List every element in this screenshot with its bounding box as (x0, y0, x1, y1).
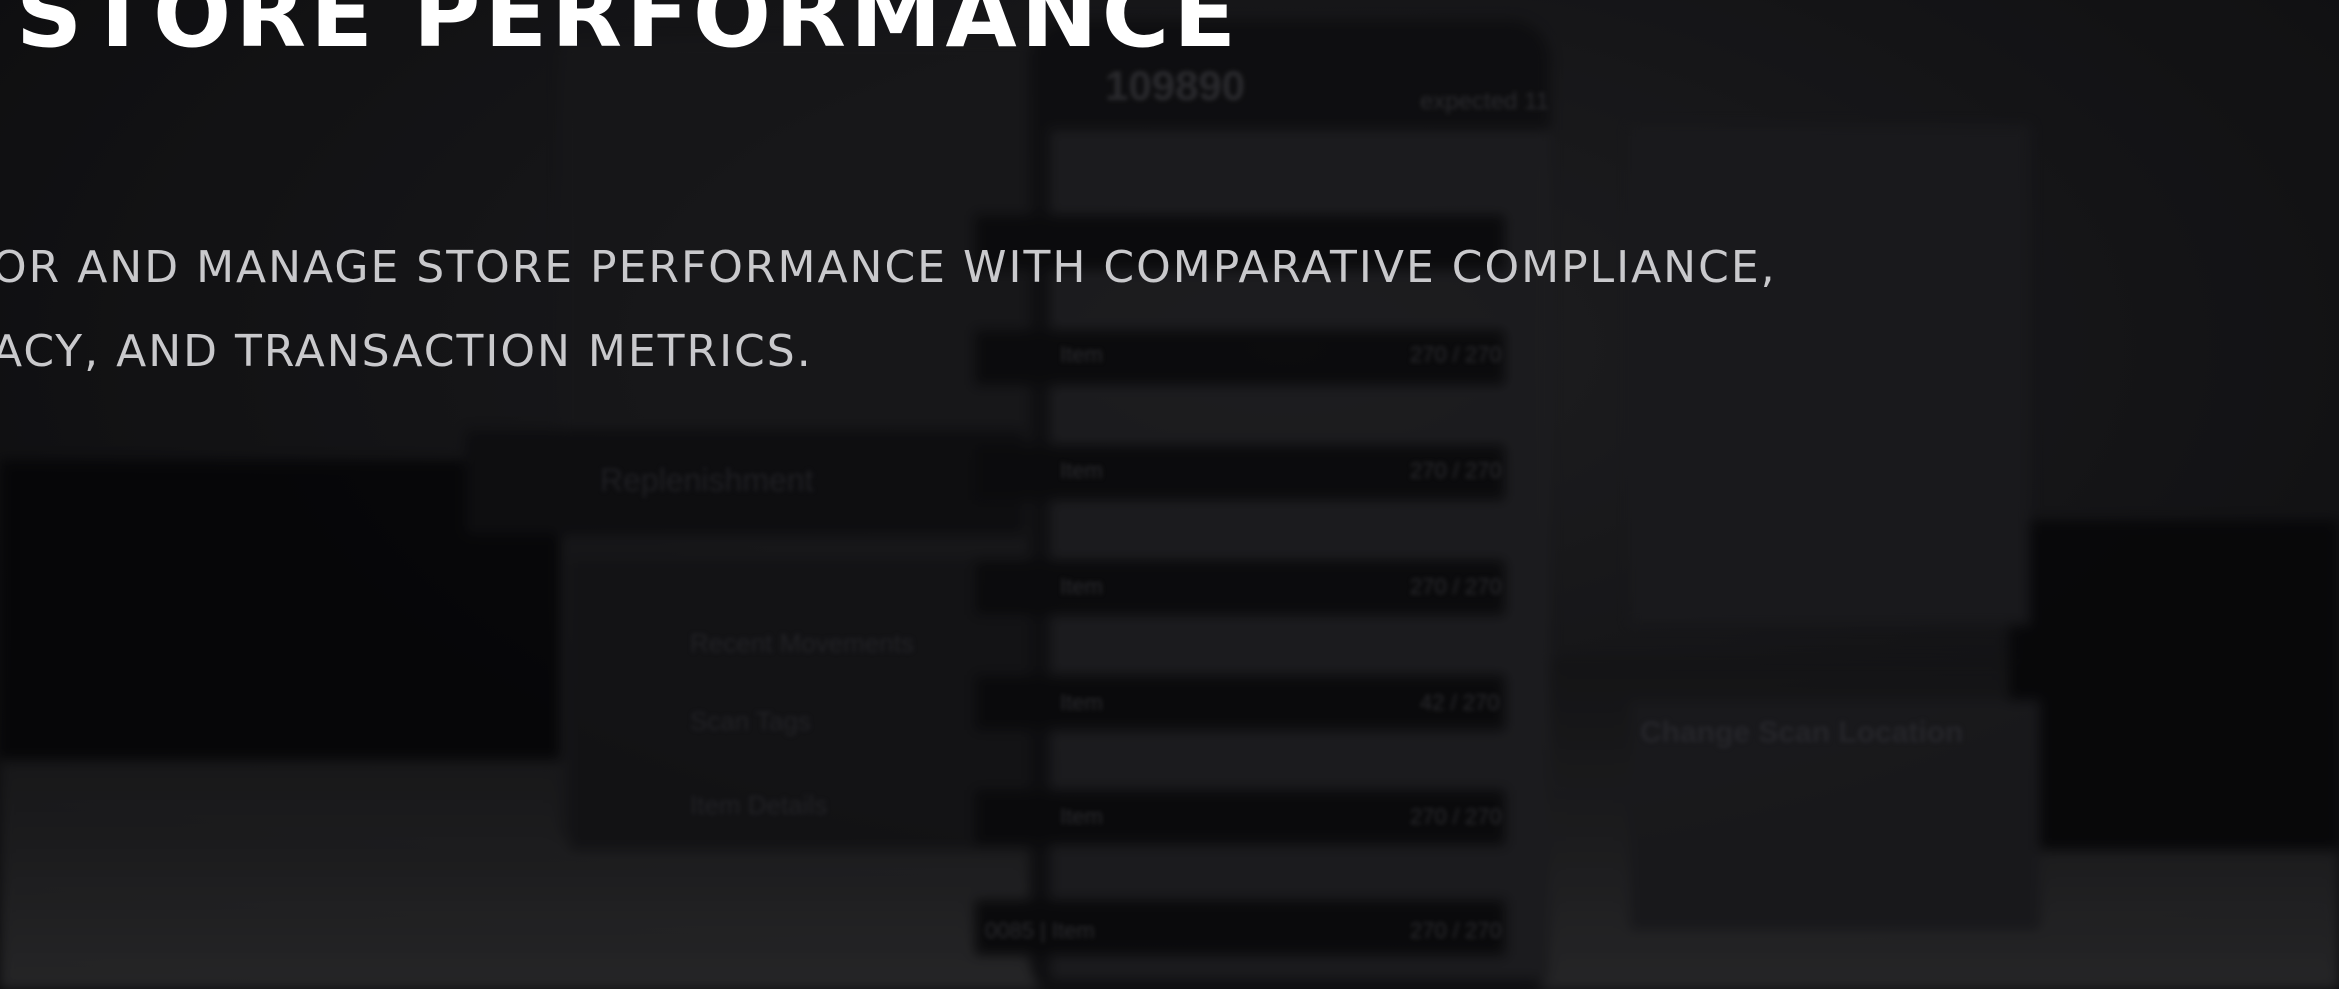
hero-description: OR AND MANAGE STORE PERFORMANCE WITH COM… (0, 226, 1777, 394)
hero-description-line: OR AND MANAGE STORE PERFORMANCE WITH COM… (0, 242, 1777, 293)
hero-description-line: ACY, AND TRANSACTION METRICS. (0, 326, 813, 377)
hero-title: STORE PERFORMANCE (16, 0, 1241, 68)
hero-banner: 109890 expected 11 Replenishment Recent … (0, 0, 2339, 989)
dark-overlay (0, 0, 2339, 989)
